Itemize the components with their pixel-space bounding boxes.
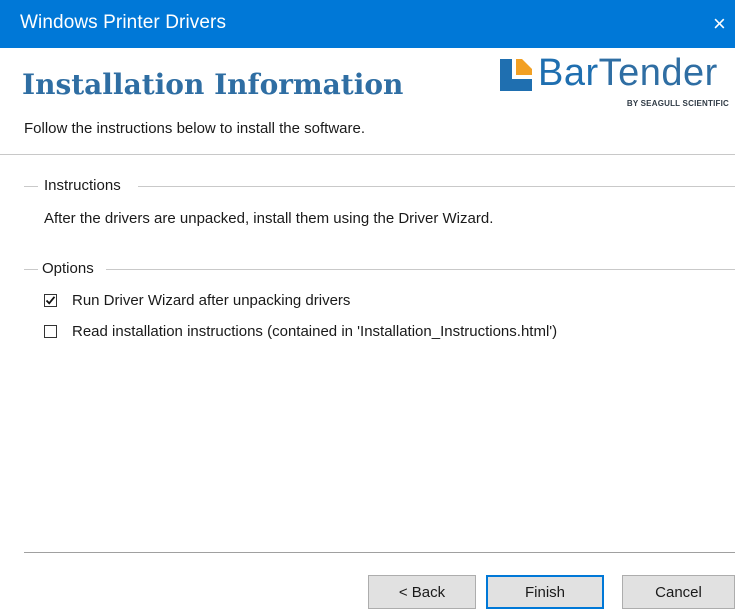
back-button[interactable]: < Back: [368, 575, 476, 609]
page-title: Installation Information: [22, 68, 404, 101]
window-title: Windows Printer Drivers: [20, 12, 227, 33]
bartender-logo: BarTender BY SEAGULL SCIENTIFIC: [500, 52, 735, 118]
run-driver-wizard-label[interactable]: Run Driver Wizard after unpacking driver…: [72, 292, 350, 309]
logo-word-part2: Tender: [598, 52, 718, 94]
footer-divider: [24, 552, 735, 553]
instructions-group-line-left: [24, 186, 38, 187]
instructions-group-line-right: [138, 186, 735, 187]
logo-wordmark: BarTender: [538, 52, 718, 95]
instructions-group-label: Instructions: [44, 177, 121, 194]
read-instructions-checkbox[interactable]: [44, 325, 57, 338]
bartender-logo-mark-icon: [500, 59, 532, 91]
run-driver-wizard-checkbox[interactable]: [44, 294, 57, 307]
checkmark-icon: [45, 296, 56, 305]
close-icon[interactable]: ×: [713, 0, 735, 48]
options-group-label: Options: [42, 260, 94, 277]
options-group-line-left: [24, 269, 38, 270]
read-instructions-label[interactable]: Read installation instructions (containe…: [72, 323, 557, 340]
page-subtitle: Follow the instructions below to install…: [24, 120, 365, 137]
wizard-header: Installation Information BarTender BY SE…: [0, 48, 735, 154]
options-group-line-right: [106, 269, 735, 270]
logo-word-part1: Bar: [538, 52, 599, 94]
cancel-button[interactable]: Cancel: [622, 575, 735, 609]
logo-tagline: BY SEAGULL SCIENTIFIC: [626, 99, 729, 108]
title-bar: Windows Printer Drivers ×: [0, 0, 735, 48]
finish-button[interactable]: Finish: [486, 575, 604, 609]
header-divider: [0, 154, 735, 155]
instructions-text: After the drivers are unpacked, install …: [44, 210, 494, 227]
